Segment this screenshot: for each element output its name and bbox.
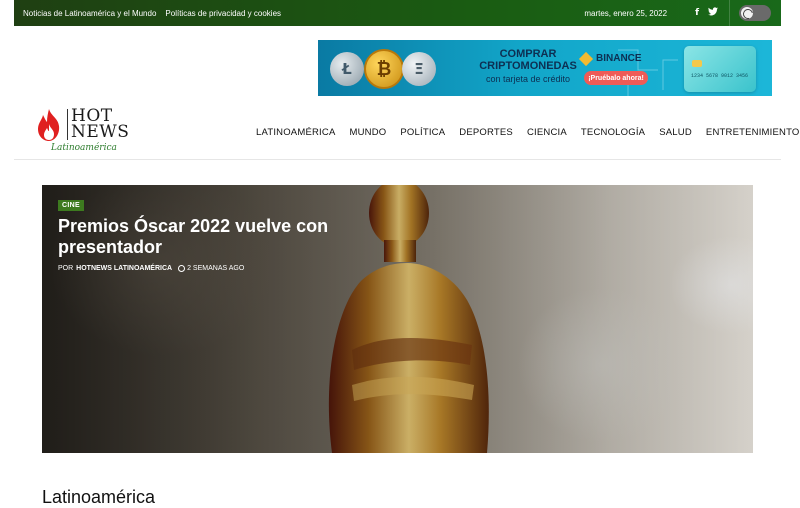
card-number: 1234 5678 9012 3456 xyxy=(691,73,749,79)
top-bar: Noticias de Latinoamérica y el Mundo Pol… xyxy=(14,0,781,26)
nav-item-salud[interactable]: SALUD xyxy=(659,127,692,138)
card-chip xyxy=(692,60,702,67)
nav-item-politica[interactable]: POLÍTICA xyxy=(400,127,445,138)
ad-title: COMPRAR CRIPTOMONEDAS xyxy=(479,48,577,72)
ad-cta-button[interactable]: ¡Pruébalo ahora! xyxy=(584,71,648,85)
logo-tagline: Latinoamérica xyxy=(51,143,117,153)
category-badge[interactable]: CINE xyxy=(58,200,84,211)
binance-diamond-icon xyxy=(578,51,594,66)
flame-icon xyxy=(38,109,60,141)
circuit-decoration xyxy=(618,49,678,96)
nav-item-ciencia[interactable]: CIENCIA xyxy=(527,127,567,138)
logo-divider xyxy=(67,109,68,140)
hero-title[interactable]: Premios Óscar 2022 vuelve con presentado… xyxy=(58,216,358,258)
binance-brand: BINANCE xyxy=(596,53,642,64)
crypto-ad-banner[interactable]: Ł ₿ Ξ COMPRAR CRIPTOMONEDAS con tarjeta … xyxy=(318,40,772,96)
credit-card-image: 1234 5678 9012 3456 xyxy=(684,46,756,92)
author-link[interactable]: HOTNEWS LATINOAMÉRICA xyxy=(76,265,172,272)
ethereum-icon: Ξ xyxy=(402,52,436,86)
hero-article[interactable]: CINE Premios Óscar 2022 vuelve con prese… xyxy=(42,185,753,453)
twitter-icon[interactable] xyxy=(708,7,718,19)
article-meta: POR HOTNEWS LATINOAMÉRICA 2 SEMANAS AGO xyxy=(58,265,244,272)
published-time: 2 SEMANAS AGO xyxy=(187,265,245,272)
main-nav: LATINOAMÉRICA MUNDO POLÍTICA DEPORTES CI… xyxy=(256,127,800,138)
logo-line2: NEWS xyxy=(71,122,130,142)
header-divider xyxy=(14,159,781,160)
nav-item-deportes[interactable]: DEPORTES xyxy=(459,127,513,138)
topbar-separator xyxy=(729,0,730,26)
nav-item-latinoamerica[interactable]: LATINOAMÉRICA xyxy=(256,127,336,138)
nav-item-mundo[interactable]: MUNDO xyxy=(350,127,387,138)
bitcoin-icon: ₿ xyxy=(364,49,404,89)
nav-item-tecnologia[interactable]: TECNOLOGÍA xyxy=(581,127,645,138)
moon-icon xyxy=(741,7,753,19)
section-heading: Latinoamérica xyxy=(42,487,156,507)
site-logo[interactable]: HOT NEWS Latinoamérica xyxy=(34,106,134,156)
topbar-link-noticias[interactable]: Noticias de Latinoamérica y el Mundo xyxy=(23,9,156,18)
clock-icon xyxy=(178,265,186,272)
litecoin-icon: Ł xyxy=(330,52,364,86)
current-date: martes, enero 25, 2022 xyxy=(584,8,668,18)
dark-mode-toggle[interactable] xyxy=(739,5,771,21)
ad-subtitle: con tarjeta de crédito xyxy=(485,74,571,84)
nav-item-entretenimiento[interactable]: ENTRETENIMIENTO xyxy=(706,127,800,138)
facebook-icon[interactable]: f xyxy=(695,8,699,18)
byline-prefix: POR xyxy=(58,265,74,272)
topbar-link-privacidad[interactable]: Políticas de privacidad y cookies xyxy=(165,9,281,18)
binance-logo: BINANCE xyxy=(578,51,642,66)
